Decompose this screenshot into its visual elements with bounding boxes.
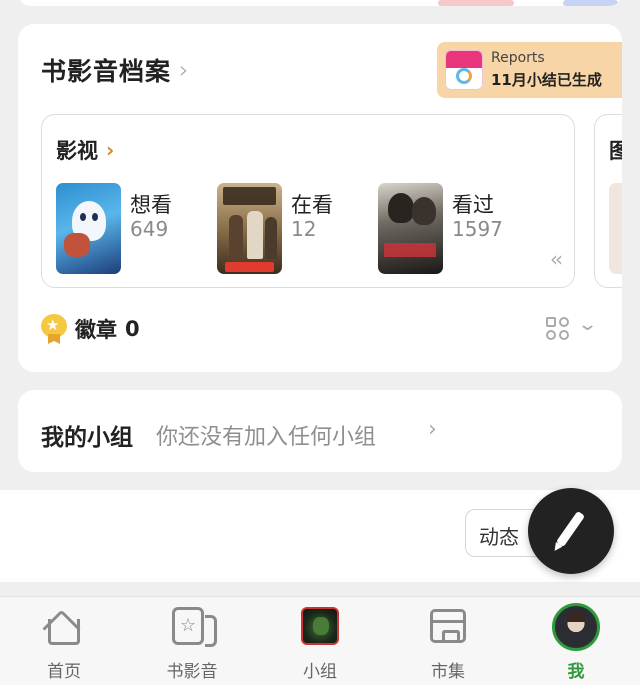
- tab-home[interactable]: 首页: [0, 597, 128, 685]
- poster-image: [217, 183, 282, 274]
- archive-title-link[interactable]: 书影音档案 ›: [41, 52, 190, 88]
- books-panel-partial[interactable]: 图: [594, 114, 622, 288]
- tab-label: 小组: [303, 662, 337, 682]
- poster-image: [378, 183, 443, 274]
- grid-view-icon[interactable]: [546, 317, 570, 341]
- reports-banner[interactable]: Reports 11月小结已生成: [437, 42, 622, 98]
- badges-count: 0: [125, 317, 140, 341]
- movies-title: 影视: [56, 139, 98, 163]
- tab-me[interactable]: 我: [512, 597, 640, 685]
- tab-label: 我: [567, 662, 585, 682]
- books-title: 图: [609, 139, 622, 163]
- tab-label: 首页: [47, 662, 81, 682]
- my-groups-empty-text: 你还没有加入任何小组: [156, 425, 377, 450]
- compose-button[interactable]: [528, 488, 614, 574]
- stat-count: 649: [130, 217, 169, 241]
- movies-panel[interactable]: 影视 › 想看 649 在看 12 看过 1597 ‹‹: [41, 114, 575, 288]
- chevron-right-icon: ›: [179, 56, 190, 84]
- bottom-tab-bar: 首页 ☆ 书影音 小组 市集 我: [0, 596, 640, 685]
- reports-title: Reports: [491, 50, 545, 66]
- poster-image: [609, 183, 622, 274]
- reports-subtitle: 11月小结已生成: [491, 71, 602, 89]
- archive-title: 书影音档案: [41, 57, 172, 86]
- tab-market[interactable]: 市集: [384, 597, 512, 685]
- badges-label: 徽章: [75, 318, 117, 342]
- stat-count: 12: [291, 217, 317, 241]
- stat-label: 在看: [291, 193, 333, 217]
- my-groups-label: 我的小组: [41, 425, 133, 451]
- tab-media[interactable]: ☆ 书影音: [128, 597, 256, 685]
- book-star-icon: ☆: [172, 607, 217, 647]
- pencil-icon: [555, 510, 586, 548]
- tab-label: 市集: [431, 662, 465, 682]
- market-icon: [430, 609, 466, 643]
- tab-groups[interactable]: 小组: [256, 597, 384, 685]
- group-avatar-icon: [301, 607, 339, 645]
- badges-row[interactable]: ★ 徽章 0: [41, 314, 140, 344]
- my-groups-card[interactable]: 我的小组 你还没有加入任何小组 ›: [18, 390, 622, 472]
- previous-card-pink-item: [438, 0, 514, 6]
- previous-card: [18, 0, 622, 6]
- reports-icon: [445, 50, 483, 90]
- stat-label: 想看: [130, 193, 172, 217]
- poster-image: [56, 183, 121, 274]
- double-chevron-left-icon[interactable]: ‹‹: [550, 247, 563, 271]
- tab-label: 书影音: [166, 662, 218, 682]
- profile-avatar-icon: [552, 603, 600, 651]
- movies-title-link[interactable]: 影视 ›: [56, 135, 114, 165]
- stat-count: 1597: [452, 217, 503, 241]
- previous-card-blue-item: [563, 0, 618, 6]
- chevron-right-icon: ›: [106, 138, 115, 162]
- stat-label: 看过: [452, 193, 494, 217]
- chevron-right-icon: ›: [428, 417, 437, 442]
- chevron-down-icon[interactable]: ⌄: [577, 314, 598, 335]
- media-archive-card: 书影音档案 › Reports 11月小结已生成 影视 › 想看 649 在看 …: [18, 24, 622, 372]
- medal-icon: ★: [41, 314, 67, 344]
